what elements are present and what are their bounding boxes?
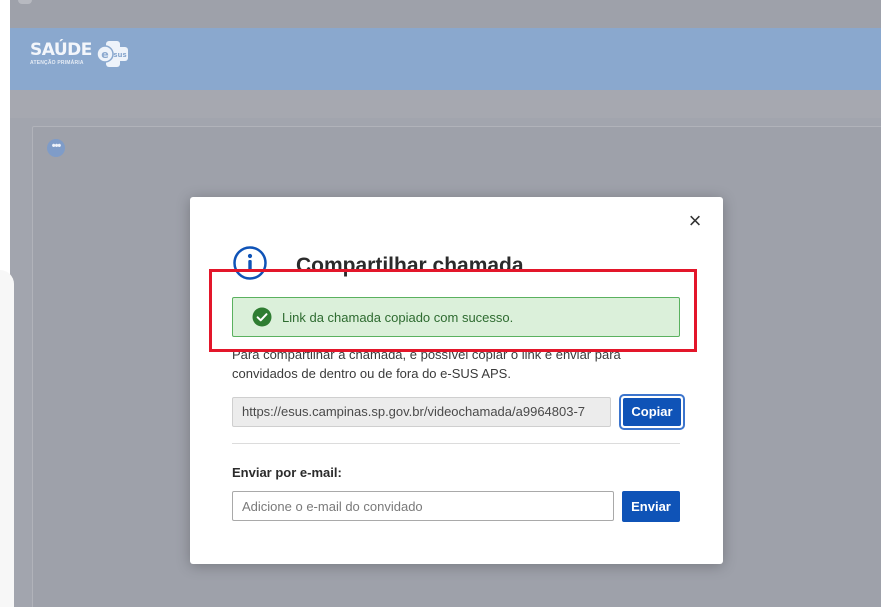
logo-sub-text: ATENÇÃO PRIMÁRIA bbox=[30, 60, 84, 66]
copy-button-label: Copiar bbox=[623, 398, 681, 426]
success-alert: Link da chamada copiado com sucesso. bbox=[232, 297, 680, 337]
close-button[interactable]: × bbox=[685, 210, 705, 232]
check-circle-icon bbox=[252, 307, 272, 327]
esus-cross-icon: e sus bbox=[96, 41, 128, 67]
logo-main-text: SAÚDE bbox=[30, 40, 92, 60]
app-header: SAÚDE ATENÇÃO PRIMÁRIA e sus bbox=[10, 28, 881, 90]
share-description: Para compartilhar a chamada, é possível … bbox=[232, 347, 621, 381]
more-options-button[interactable]: ••• bbox=[47, 139, 65, 157]
info-icon bbox=[233, 246, 267, 280]
share-call-dialog: × Compartilhar chamada Link da chamada c… bbox=[190, 197, 723, 564]
content-band bbox=[10, 90, 881, 118]
guest-email-input[interactable] bbox=[232, 491, 614, 521]
copy-link-button[interactable]: Copiar bbox=[619, 394, 685, 430]
logo-text: SAÚDE ATENÇÃO PRIMÁRIA bbox=[30, 40, 92, 66]
background-decoration bbox=[0, 270, 14, 607]
section-divider bbox=[232, 443, 680, 444]
top-strip-mark bbox=[18, 0, 32, 4]
alert-message: Link da chamada copiado com sucesso. bbox=[282, 309, 514, 325]
dialog-title: Compartilhar chamada bbox=[296, 254, 524, 277]
email-section-label: Enviar por e-mail: bbox=[232, 465, 342, 480]
logo-badge-prefix: e bbox=[101, 48, 108, 61]
call-link-field[interactable]: https://esus.campinas.sp.gov.br/videocha… bbox=[232, 397, 611, 427]
send-email-button[interactable]: Enviar bbox=[622, 491, 680, 522]
saude-esus-logo[interactable]: SAÚDE ATENÇÃO PRIMÁRIA e sus bbox=[30, 40, 132, 80]
top-strip bbox=[10, 0, 881, 28]
logo-badge-text: sus bbox=[113, 51, 126, 59]
